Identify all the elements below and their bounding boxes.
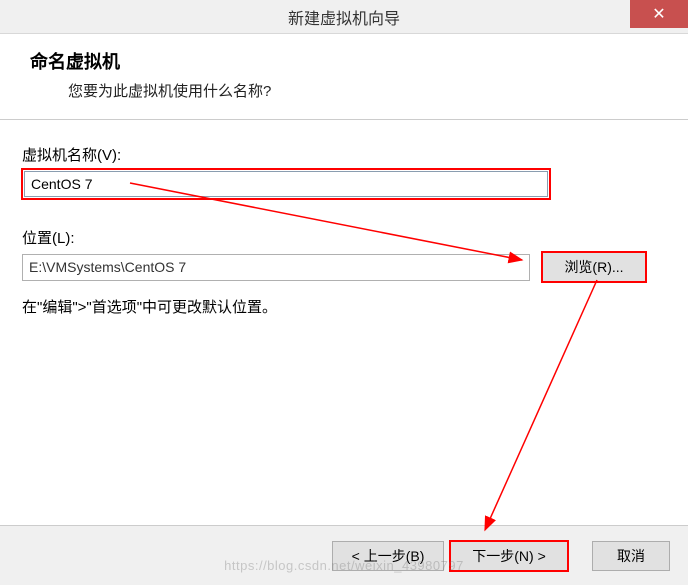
hint-text: 在"编辑">"首选项"中可更改默认位置。: [22, 296, 666, 317]
close-button[interactable]: ✕: [630, 0, 688, 28]
location-label: 位置(L):: [22, 227, 666, 248]
browse-button[interactable]: 浏览(R)...: [542, 252, 646, 282]
location-input[interactable]: [22, 254, 530, 281]
back-button[interactable]: < 上一步(B): [332, 541, 444, 571]
page-title: 命名虚拟机: [30, 48, 664, 74]
vm-name-label: 虚拟机名称(V):: [22, 144, 666, 165]
next-button[interactable]: 下一步(N) >: [450, 541, 568, 571]
page-subtitle: 您要为此虚拟机使用什么名称?: [68, 80, 664, 101]
content-area: 虚拟机名称(V): 位置(L): 浏览(R)... 在"编辑">"首选项"中可更…: [0, 120, 688, 317]
vm-name-input[interactable]: [24, 171, 548, 197]
titlebar: 新建虚拟机向导 ✕: [0, 0, 688, 34]
close-icon: ✕: [652, 4, 665, 24]
cancel-button[interactable]: 取消: [592, 541, 670, 571]
arrow-to-next: [485, 280, 597, 530]
window-title: 新建虚拟机向导: [288, 5, 400, 29]
vm-name-highlight: [22, 169, 550, 199]
header: 命名虚拟机 您要为此虚拟机使用什么名称?: [0, 34, 688, 120]
location-row: 浏览(R)...: [22, 252, 666, 282]
footer: < 上一步(B) 下一步(N) > 取消: [0, 525, 688, 585]
